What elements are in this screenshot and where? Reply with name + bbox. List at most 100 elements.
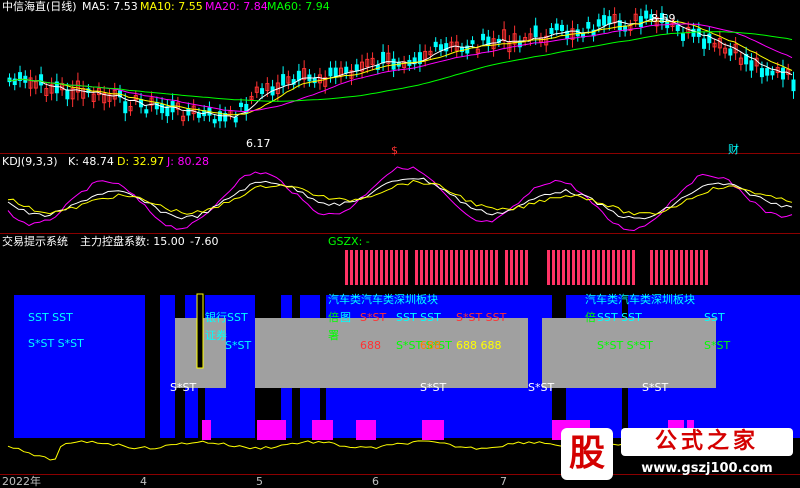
candle-body bbox=[39, 74, 44, 86]
sst-text: SST SST bbox=[28, 311, 73, 324]
extra-value: -7.60 bbox=[190, 235, 219, 248]
candle-body bbox=[186, 108, 191, 116]
red-stripe bbox=[435, 250, 438, 285]
red-stripe bbox=[380, 250, 383, 285]
bank-sst-text: 银行SST bbox=[205, 311, 248, 324]
red-stripe bbox=[430, 250, 433, 285]
red-stripe bbox=[705, 250, 708, 285]
red-stripe bbox=[557, 250, 560, 285]
sst-text: S*ST bbox=[420, 381, 447, 394]
red-stripe bbox=[350, 250, 353, 285]
chart-stage[interactable]: 中信海直(日线) MA5: 7.53 MA10: 7.55 MA20: 7.84… bbox=[0, 0, 800, 488]
panel-separator bbox=[0, 233, 800, 234]
watermark-title-box: 公式之家 bbox=[621, 428, 793, 456]
watermark-url: www.gszj100.com bbox=[641, 461, 773, 476]
ma60-label: MA60: 7.94 bbox=[267, 0, 330, 13]
red-stripe bbox=[515, 250, 518, 285]
grey-band bbox=[542, 318, 716, 388]
red-stripe bbox=[440, 250, 443, 285]
yellow-box bbox=[196, 293, 204, 369]
candle-body bbox=[333, 67, 338, 78]
red-stripe bbox=[607, 250, 610, 285]
watermark: 股 公式之家 www.gszj100.com bbox=[557, 428, 797, 484]
red-stripe bbox=[505, 250, 508, 285]
candle-body bbox=[765, 68, 770, 76]
watermark-name: 公式之家 bbox=[654, 429, 759, 454]
red-stripe bbox=[552, 250, 555, 285]
control-coef: 主力控盘系数: 15.00 bbox=[80, 235, 185, 248]
candle-body bbox=[233, 116, 238, 123]
candle-body bbox=[759, 68, 764, 78]
red-stripe bbox=[355, 250, 358, 285]
red-stripe bbox=[587, 250, 590, 285]
candle-body bbox=[433, 41, 438, 48]
wang-text: 图 bbox=[340, 311, 351, 324]
sst-text: S*ST bbox=[704, 339, 731, 352]
magenta-block bbox=[257, 420, 286, 440]
candle-body bbox=[328, 67, 333, 77]
grey-band bbox=[255, 318, 528, 388]
magenta-block bbox=[312, 420, 333, 440]
candle-body bbox=[596, 19, 601, 27]
red-stripe bbox=[592, 250, 595, 285]
candle-body bbox=[575, 29, 580, 37]
candle-body bbox=[749, 60, 754, 71]
red-stripe bbox=[660, 250, 663, 285]
candle-body bbox=[212, 119, 217, 124]
candle-body bbox=[586, 21, 591, 29]
red-stripe bbox=[415, 250, 418, 285]
red-stripe bbox=[445, 250, 448, 285]
red-stripe bbox=[370, 250, 373, 285]
candle-body bbox=[559, 24, 564, 32]
bei-text: 倍 bbox=[328, 311, 339, 324]
red-stripe bbox=[395, 250, 398, 285]
kdj-title: KDJ(9,3,3) bbox=[2, 155, 58, 168]
candle-body bbox=[638, 16, 643, 28]
n688-text: 688 bbox=[360, 339, 381, 352]
sst-text: SST bbox=[704, 311, 725, 324]
candle-body bbox=[607, 16, 612, 25]
red-stripe bbox=[602, 250, 605, 285]
sst-text: SST SST bbox=[597, 311, 642, 324]
red-stripe bbox=[390, 250, 393, 285]
kdj-j: J: 80.28 bbox=[167, 155, 209, 168]
candle-body bbox=[296, 70, 301, 81]
red-stripe bbox=[490, 250, 493, 285]
red-stripe bbox=[690, 250, 693, 285]
red-stripe bbox=[572, 250, 575, 285]
red-stripe bbox=[700, 250, 703, 285]
red-stripe bbox=[617, 250, 620, 285]
red-stripe bbox=[622, 250, 625, 285]
red-stripe bbox=[695, 250, 698, 285]
candle-body bbox=[602, 15, 607, 26]
n688-text: 688 688 bbox=[456, 339, 502, 352]
candle-body bbox=[481, 33, 486, 41]
x-axis-month: 6 bbox=[372, 475, 379, 488]
logo-icon: 股 bbox=[561, 428, 613, 480]
kdj-j-line bbox=[7, 166, 793, 232]
red-stripe bbox=[510, 250, 513, 285]
sst-text: S*ST bbox=[170, 381, 197, 394]
candle-body bbox=[260, 88, 265, 94]
candle-body bbox=[554, 23, 559, 31]
red-stripe bbox=[360, 250, 363, 285]
kdj-d: D: 32.97 bbox=[117, 155, 165, 168]
candle-body bbox=[675, 24, 680, 32]
candle-body bbox=[165, 106, 170, 117]
x-axis-year: 2022年 bbox=[2, 475, 41, 488]
candle-body bbox=[770, 70, 775, 76]
candle-body bbox=[239, 102, 244, 107]
red-stripe bbox=[582, 250, 585, 285]
kdj-lines-layer bbox=[7, 166, 793, 232]
magenta-block bbox=[422, 420, 444, 440]
red-stripe bbox=[475, 250, 478, 285]
candle-body bbox=[123, 101, 128, 114]
red-stripe bbox=[450, 250, 453, 285]
ma5-label: MA5: 7.53 bbox=[82, 0, 138, 13]
red-stripe bbox=[465, 250, 468, 285]
cai-marker: 财 bbox=[728, 143, 739, 156]
candle-body bbox=[281, 74, 286, 86]
red-stripe bbox=[480, 250, 483, 285]
sst-text: S*ST bbox=[642, 381, 669, 394]
kdj-k: K: 48.74 bbox=[68, 155, 114, 168]
